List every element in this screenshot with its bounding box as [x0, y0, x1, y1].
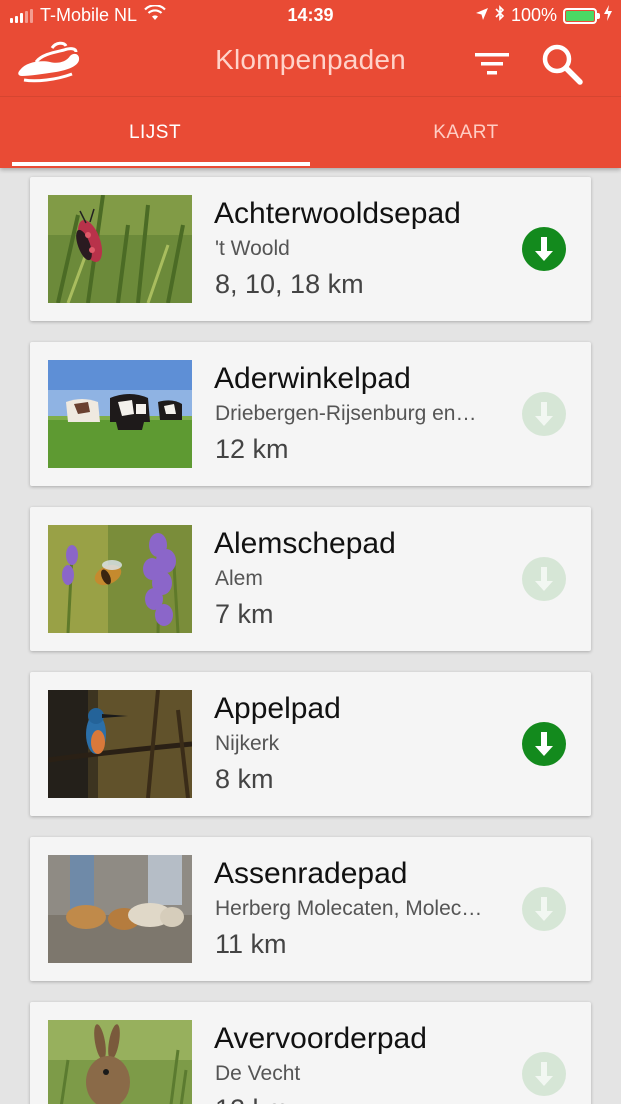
filter-button[interactable]	[472, 44, 514, 84]
tab-bar: LIJST KAART	[0, 97, 621, 168]
battery-percent: 100%	[510, 5, 557, 25]
route-thumbnail-hare	[48, 1020, 192, 1104]
route-name: Aderwinkelpad	[214, 362, 411, 395]
route-card[interactable]: Alemschepad Alem 7 km	[30, 507, 591, 651]
download-button[interactable]	[522, 722, 566, 766]
status-bar: T-Mobile NL 14:39 100%	[0, 0, 621, 30]
route-name: Appelpad	[214, 692, 341, 725]
download-arrow-icon	[535, 567, 553, 591]
header: T-Mobile NL 14:39 100% Klompenpaden LIJS…	[0, 0, 621, 168]
route-thumbnail-moth	[48, 195, 192, 303]
filter-icon	[475, 53, 509, 75]
route-thumbnail-kingfisher	[48, 690, 192, 798]
route-card[interactable]: Achterwooldsepad 't Woold 8, 10, 18 km	[30, 177, 591, 321]
search-button[interactable]	[540, 42, 584, 86]
download-button[interactable]	[522, 887, 566, 931]
route-thumbnail-bee	[48, 525, 192, 633]
tab-indicator	[12, 162, 310, 166]
route-distance: 12 km	[215, 434, 289, 464]
route-location: 't Woold	[215, 237, 290, 260]
download-arrow-icon	[535, 402, 553, 426]
battery-icon	[563, 7, 600, 24]
tab-kaart[interactable]: KAART	[311, 97, 621, 168]
route-thumbnail-cows	[48, 360, 192, 468]
route-location: Driebergen-Rijsenburg en…	[215, 402, 477, 425]
route-name: Assenradepad	[214, 857, 408, 890]
route-distance: 12 km	[215, 1094, 289, 1104]
route-card[interactable]: Appelpad Nijkerk 8 km	[30, 672, 591, 816]
route-name: Alemschepad	[214, 527, 396, 560]
route-location: Herberg Molecaten, Molec…	[215, 897, 483, 920]
route-distance: 8, 10, 18 km	[215, 269, 364, 299]
download-button[interactable]	[522, 392, 566, 436]
download-arrow-icon	[535, 897, 553, 921]
bluetooth-icon	[495, 5, 505, 26]
route-distance: 7 km	[215, 599, 274, 629]
search-icon	[542, 44, 583, 85]
app-title: Klompenpaden	[215, 44, 406, 75]
download-arrow-icon	[535, 1062, 553, 1086]
app-bar: Klompenpaden	[0, 30, 621, 96]
route-distance: 11 km	[215, 929, 287, 959]
route-location: De Vecht	[215, 1062, 301, 1085]
route-card[interactable]: Assenradepad Herberg Molecaten, Molec… 1…	[30, 837, 591, 981]
location-icon	[475, 5, 489, 26]
route-name: Achterwooldsepad	[214, 197, 461, 230]
route-name: Avervoorderpad	[214, 1022, 427, 1055]
download-arrow-icon	[535, 237, 553, 261]
route-card[interactable]: Avervoorderpad De Vecht 12 km	[30, 1002, 591, 1104]
download-button[interactable]	[522, 1052, 566, 1096]
download-button[interactable]	[522, 227, 566, 271]
route-distance: 8 km	[215, 764, 274, 794]
route-location: Nijkerk	[215, 732, 280, 755]
route-location: Alem	[215, 567, 263, 590]
route-thumbnail-clogs	[48, 855, 192, 963]
download-arrow-icon	[535, 732, 553, 756]
route-card[interactable]: Aderwinkelpad Driebergen-Rijsenburg en… …	[30, 342, 591, 486]
tab-lijst[interactable]: LIJST	[0, 97, 310, 168]
charging-icon	[603, 5, 613, 26]
download-button[interactable]	[522, 557, 566, 601]
